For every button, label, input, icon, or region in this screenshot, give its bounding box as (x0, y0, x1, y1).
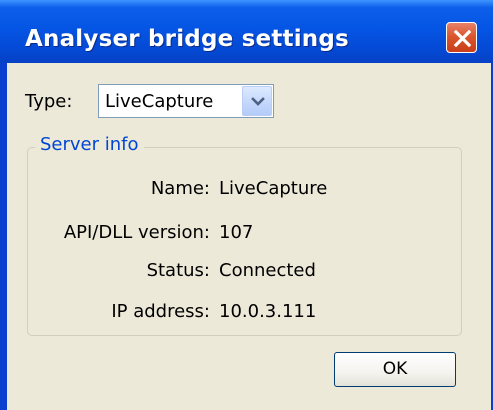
name-label: Name: (150, 178, 210, 199)
title-bar[interactable]: Analyser bridge settings (0, 0, 493, 63)
chevron-down-icon (251, 97, 265, 106)
api-dll-version-value: 107 (219, 222, 254, 243)
ip-address-value: 10.0.3.111 (219, 301, 317, 322)
status-label: Status: (146, 260, 210, 281)
window-title: Analyser bridge settings (25, 26, 349, 52)
ok-button[interactable]: OK (334, 352, 456, 387)
name-value: LiveCapture (219, 178, 328, 199)
type-dropdown-value: LiveCapture (105, 91, 214, 112)
close-icon (453, 29, 472, 48)
dialog-window: Analyser bridge settings Type: LiveCaptu… (0, 0, 493, 410)
status-value: Connected (219, 260, 316, 281)
server-info-group-label: Server info (35, 134, 144, 155)
ip-address-label: IP address: (111, 301, 210, 322)
close-button[interactable] (446, 22, 477, 53)
type-label: Type: (25, 91, 73, 112)
type-dropdown-button[interactable] (242, 86, 272, 116)
api-dll-version-label: API/DLL version: (63, 222, 210, 243)
type-dropdown[interactable]: LiveCapture (98, 84, 274, 118)
